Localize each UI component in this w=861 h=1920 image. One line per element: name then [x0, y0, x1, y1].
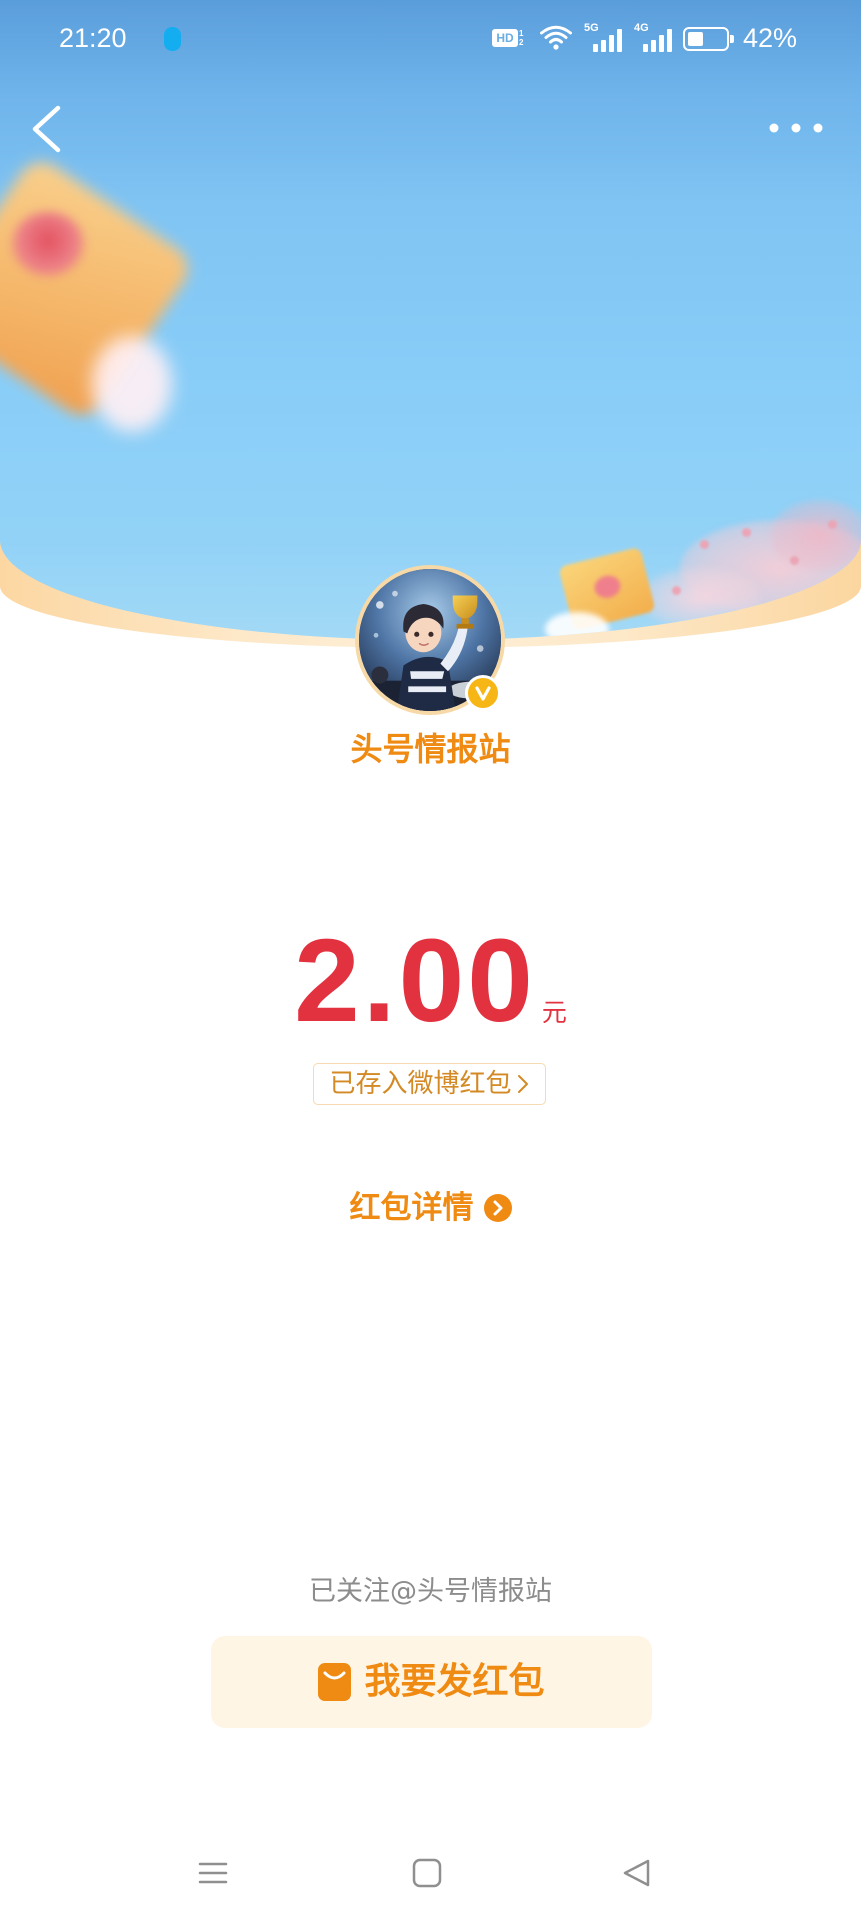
- wifi-icon: [539, 25, 573, 51]
- decor-petal: [742, 528, 751, 537]
- send-button-label: 我要发红包: [364, 1661, 545, 1702]
- details-link-label: 红包详情: [349, 1190, 474, 1226]
- decor-petal: [672, 586, 681, 595]
- battery-percent: 42%: [743, 23, 798, 53]
- status-time: 21:20: [59, 23, 127, 53]
- signal-4g-icon: 4G: [634, 22, 672, 52]
- send-red-packet-button[interactable]: 我要发红包: [211, 1636, 652, 1728]
- decor-petal: [790, 556, 799, 565]
- more-button[interactable]: [766, 120, 826, 136]
- signal-5g-icon: 5G: [584, 22, 622, 52]
- chevron-circle-icon: [483, 1194, 512, 1222]
- amount-value: 2.00: [294, 915, 536, 1047]
- verified-badge-icon: [465, 675, 501, 711]
- decor-heart-seal-left: [12, 212, 84, 276]
- deposit-wallet-link[interactable]: 已存入微博红包: [313, 1063, 546, 1105]
- decor-blossom: [770, 500, 861, 570]
- follow-status: 已关注@头号情报站: [309, 1576, 552, 1607]
- red-packet-details-link[interactable]: 红包详情: [0, 1188, 861, 1228]
- hd-sub-bottom: 2: [519, 38, 524, 47]
- decor-cloud-left: [92, 336, 172, 432]
- deposit-link-label: 已存入微博红包: [329, 1069, 512, 1099]
- battery-fill: [688, 32, 704, 46]
- menu-icon[interactable]: [197, 1858, 229, 1888]
- hd-voice-icon: HD 1 2: [492, 29, 526, 47]
- sender-name[interactable]: 头号情报站: [0, 729, 861, 769]
- system-nav-bar: [0, 1840, 861, 1906]
- decor-cloud-right: [545, 612, 609, 640]
- back-button[interactable]: [30, 104, 64, 154]
- hd-label: HD: [492, 29, 518, 47]
- battery-shell: [683, 27, 729, 51]
- chevron-right-icon: [517, 1075, 528, 1093]
- decor-petal: [828, 520, 837, 529]
- battery-icon: [683, 27, 735, 51]
- home-icon[interactable]: [411, 1858, 443, 1888]
- red-packet-received-screen: 21:20 HD 1 2 5G 4G 42% 头号情报站 2.00 元 已存入微…: [0, 0, 861, 1920]
- header-banner: [0, 0, 861, 640]
- more-icon: [769, 123, 823, 133]
- status-bar: 21:20 HD 1 2 5G 4G 42%: [0, 0, 861, 76]
- decor-petal: [700, 540, 709, 549]
- battery-cap: [730, 35, 734, 43]
- red-packet-icon: [318, 1663, 352, 1701]
- back-arrow-icon: [32, 105, 61, 153]
- amount: 2.00 元: [0, 922, 861, 1040]
- hd-sub-top: 1: [519, 29, 524, 38]
- back-icon[interactable]: [621, 1858, 653, 1888]
- decor-heart: [592, 572, 623, 601]
- amount-unit: 元: [541, 998, 567, 1027]
- app-notification-icon: [164, 27, 181, 51]
- decor-blossom: [640, 568, 760, 628]
